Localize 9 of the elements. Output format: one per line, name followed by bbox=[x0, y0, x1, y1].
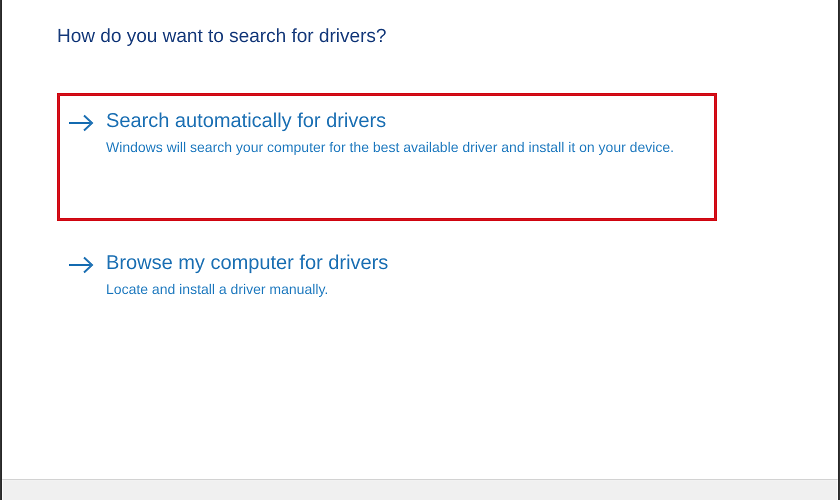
option-description: Windows will search your computer for the best available driver and install it on your device. bbox=[106, 138, 674, 157]
option-title: Browse my computer for drivers bbox=[106, 252, 388, 275]
option-title: Search automatically for drivers bbox=[106, 110, 388, 133]
arrow-icon bbox=[68, 114, 94, 132]
command-link[interactable]: Browse my computer for drivers Locate and install a driver manually. bbox=[57, 235, 717, 363]
command-link[interactable]: Search automatically for drivers Windows will search your computer for the best available driver and install it on your device. bbox=[57, 93, 717, 221]
arrow-icon bbox=[68, 256, 94, 274]
dialog-heading: How do you want to search for drivers? bbox=[57, 26, 388, 48]
option-description: Locate and install a driver manually. bbox=[106, 280, 330, 299]
